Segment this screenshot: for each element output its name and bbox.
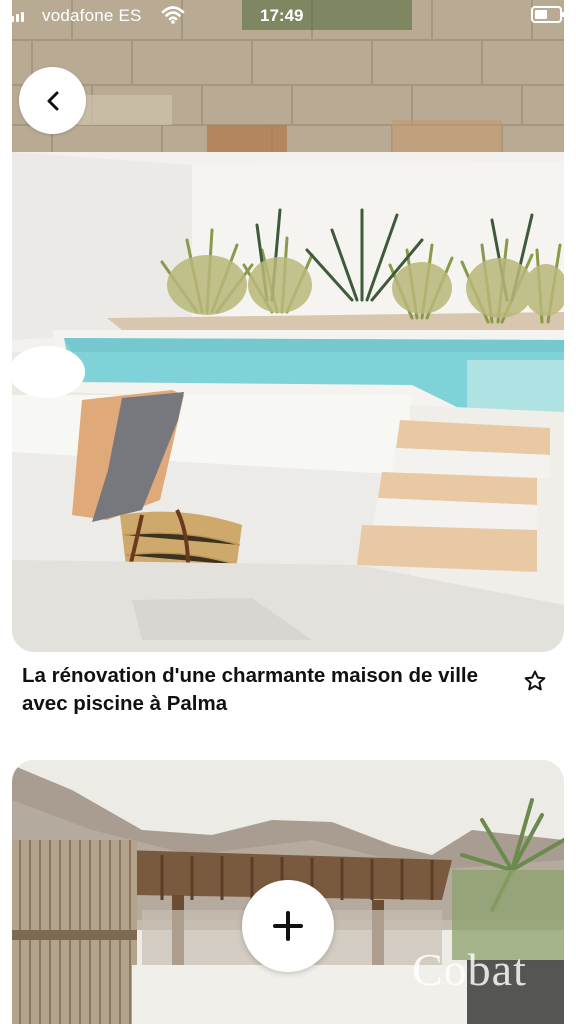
status-bar: vodafone ES 17:49 (0, 0, 576, 32)
watermark: Cobat (412, 944, 527, 995)
plus-icon (273, 911, 303, 941)
chevron-left-icon (47, 91, 58, 110)
pin-image-pool[interactable] (12, 0, 564, 652)
back-button[interactable] (19, 67, 86, 134)
wifi-icon (161, 6, 185, 24)
clock: 17:49 (260, 6, 304, 25)
carrier-name: vodafone ES (42, 6, 142, 25)
battery-icon (531, 6, 565, 23)
save-button[interactable] (521, 667, 549, 695)
signal-icon (6, 12, 24, 22)
star-outline-icon (524, 670, 546, 691)
pool-photo (12, 0, 564, 652)
add-button[interactable] (242, 880, 334, 972)
pin-title[interactable]: La rénovation d'une charmante maison de … (22, 662, 514, 718)
